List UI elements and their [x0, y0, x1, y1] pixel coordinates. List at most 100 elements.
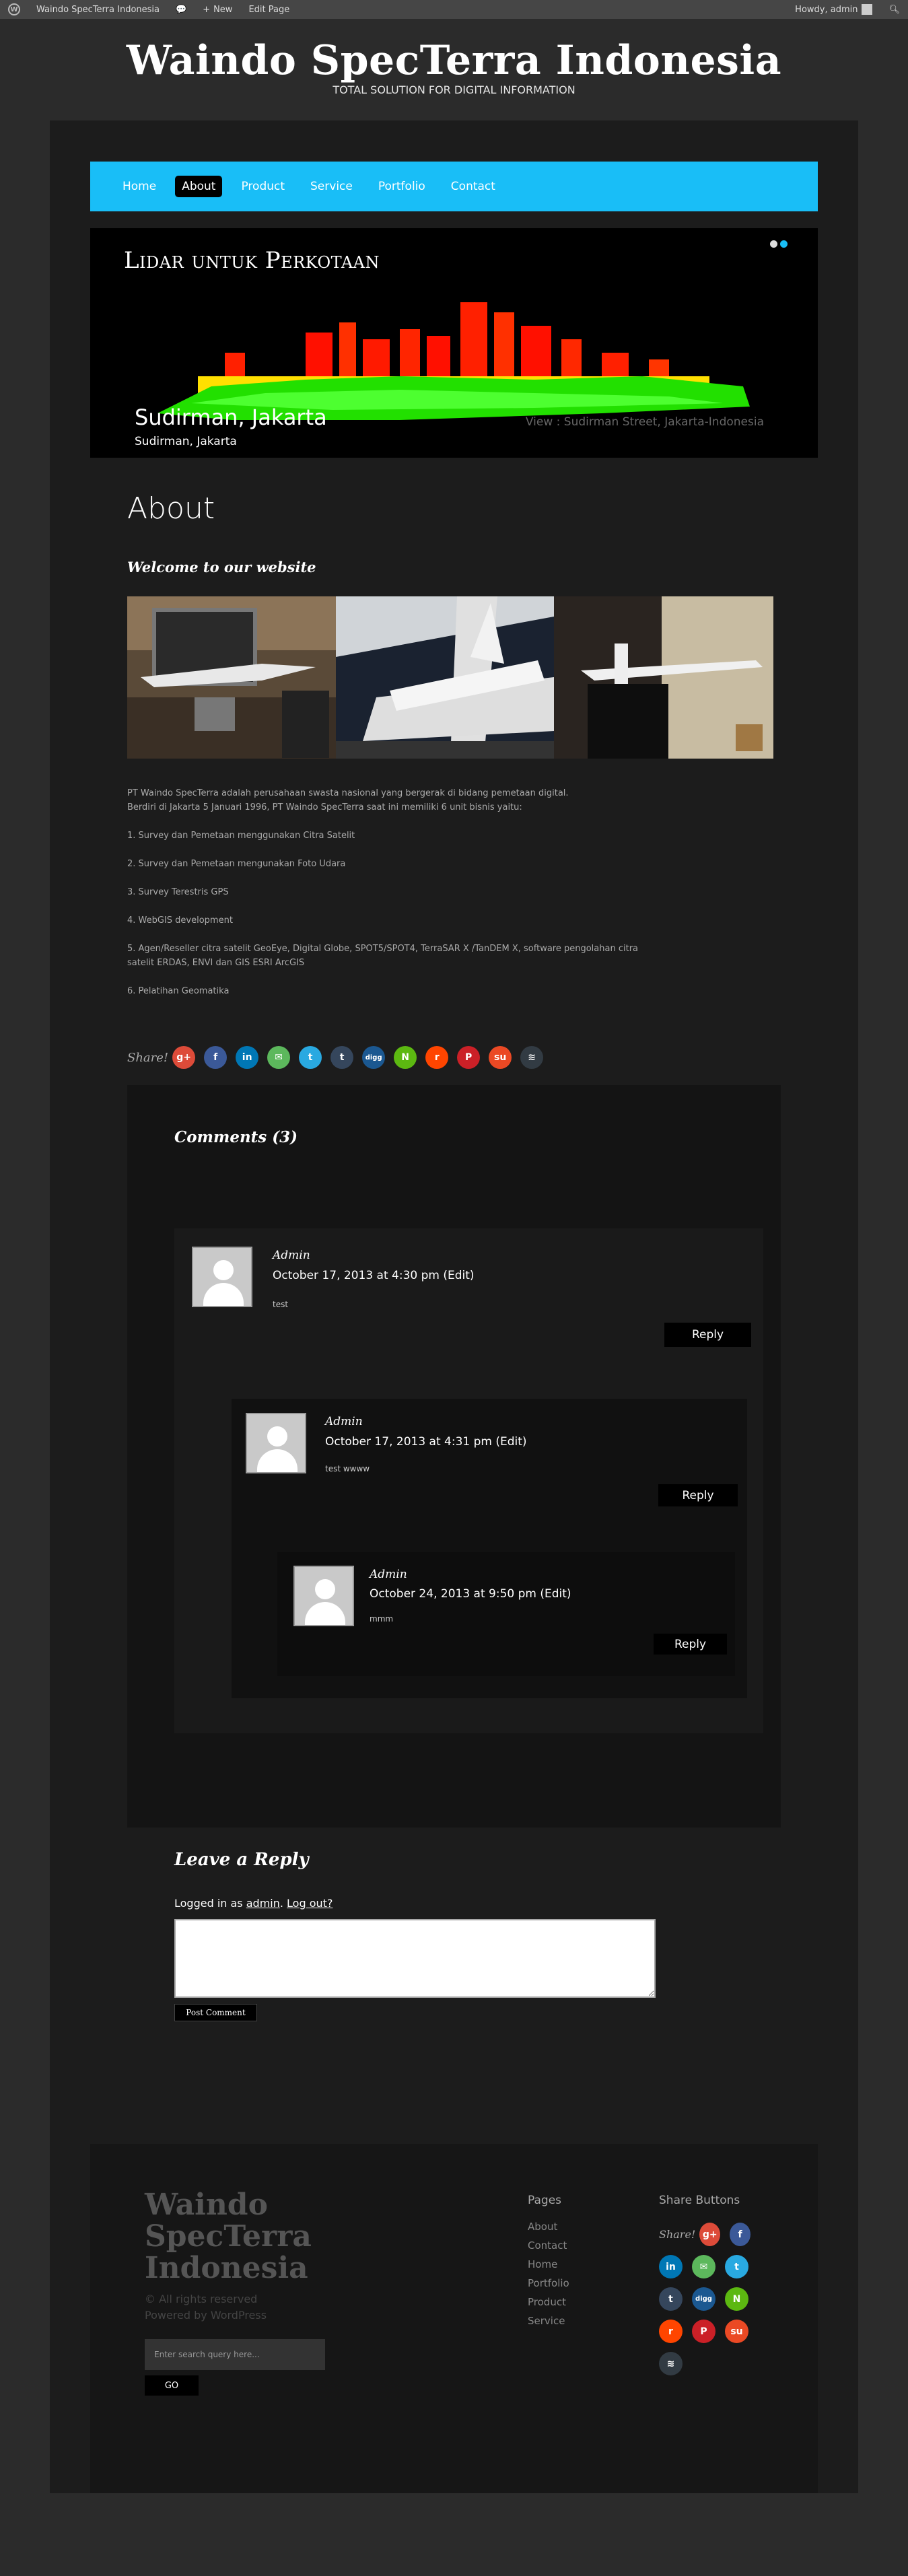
footer-credits: © All rights reserved Powered by WordPre…	[145, 2291, 267, 2324]
share-widget-title: Share Buttons	[659, 2194, 740, 2207]
linkedin-icon[interactable]: in	[236, 1046, 259, 1069]
post-comment-button[interactable]: Post Comment	[174, 2004, 257, 2021]
admin-search-button[interactable]: 🔍︎	[880, 0, 908, 19]
digg-icon[interactable]: digg	[362, 1046, 386, 1069]
office-photo-2	[554, 596, 773, 759]
site-name-link[interactable]: Waindo SpecTerra Indonesia	[28, 0, 168, 19]
footer-site-title[interactable]: Waindo SpecTerra Indonesia	[145, 2189, 347, 2284]
wordpress-icon: W	[8, 3, 20, 15]
footer-page-link[interactable]: Contact	[528, 2239, 569, 2258]
comment-date[interactable]: October 24, 2013 at 9:50 pm (Edit)	[370, 1587, 571, 1601]
comment-text: test	[273, 1300, 289, 1309]
share-bar: Share! g+ f in ✉ t t digg Nr Psu ≋	[127, 1046, 552, 1069]
nav-item-about[interactable]: About	[175, 176, 223, 197]
slider-dot[interactable]	[770, 240, 777, 248]
comment-date[interactable]: October 17, 2013 at 4:31 pm (Edit)	[325, 1435, 527, 1449]
linkedin-icon[interactable]: in	[659, 2255, 683, 2278]
reply-button[interactable]: Reply	[664, 1323, 751, 1347]
search-icon: 🔍︎	[888, 4, 900, 15]
footer-page-link[interactable]: About	[528, 2220, 569, 2239]
newsvine-icon[interactable]: N	[725, 2287, 748, 2311]
logged-in-prefix: Logged in as	[174, 1897, 243, 1910]
footer-page-link[interactable]: Portfolio	[528, 2276, 569, 2295]
comment-date[interactable]: October 17, 2013 at 4:30 pm (Edit)	[273, 1269, 475, 1282]
stumbleupon-icon[interactable]: su	[725, 2320, 748, 2343]
tumblr-icon[interactable]: t	[659, 2287, 683, 2311]
comment-author[interactable]: Admin	[273, 1249, 310, 1262]
edit-page-link[interactable]: Edit Page	[240, 0, 298, 19]
twitter-icon[interactable]: t	[725, 2255, 748, 2278]
user-profile-link[interactable]: admin	[246, 1897, 280, 1910]
comment-textarea[interactable]	[174, 1919, 656, 1998]
copyright-text: © All rights reserved	[145, 2293, 258, 2305]
slider-pagination	[770, 240, 788, 248]
site-title[interactable]: Waindo SpecTerra Indonesia	[0, 35, 908, 86]
image-slider[interactable]: Lidar untuk Perkotaan View : Sudirman St…	[90, 228, 818, 458]
avatar	[192, 1247, 252, 1307]
business-unit-item: 3. Survey Terestris GPS	[127, 887, 229, 897]
facebook-icon[interactable]: f	[730, 2223, 750, 2246]
nav-item-home[interactable]: Home	[116, 176, 163, 197]
comment-text: mmm	[370, 1614, 394, 1624]
admin-bar: W Waindo SpecTerra Indonesia 💬 + New Edit…	[0, 0, 908, 19]
main-navigation: Home About Product Service Portfolio Con…	[90, 162, 818, 211]
comments-title: Comments (3)	[174, 1128, 298, 1146]
about-photos	[127, 596, 773, 759]
business-unit-item: 5. Agen/Reseller citra satelit GeoEye, D…	[127, 944, 639, 968]
slide-caption-subtitle: Sudirman, Jakarta	[135, 435, 237, 448]
buffer-icon[interactable]: ≋	[659, 2352, 683, 2375]
googleplus-icon[interactable]: g+	[172, 1046, 196, 1069]
footer-search-go-button[interactable]: GO	[145, 2375, 199, 2396]
buffer-icon[interactable]: ≋	[520, 1046, 544, 1069]
business-unit-item: 2. Survey dan Pemetaan mengunakan Foto U…	[127, 859, 346, 869]
plus-icon: +	[203, 4, 211, 15]
stumbleupon-icon[interactable]: su	[489, 1046, 512, 1069]
wordpress-logo-button[interactable]: W	[0, 0, 28, 19]
facebook-icon[interactable]: f	[204, 1046, 228, 1069]
powered-by-link[interactable]: Powered by WordPress	[145, 2307, 267, 2324]
avatar	[246, 1413, 306, 1473]
intro-line-2: Berdiri di Jakarta 5 Januari 1996, PT Wa…	[127, 802, 522, 812]
comment-author[interactable]: Admin	[370, 1568, 407, 1581]
page-title: About	[127, 491, 215, 526]
pinterest-icon[interactable]: P	[457, 1046, 481, 1069]
new-content-button[interactable]: + New	[195, 0, 240, 19]
aircraft-photo	[336, 596, 554, 759]
account-menu[interactable]: Howdy, admin	[787, 0, 880, 19]
slide-view-label: View : Sudirman Street, Jakarta-Indonesi…	[525, 415, 764, 429]
comment-author[interactable]: Admin	[325, 1415, 363, 1428]
pinterest-icon[interactable]: P	[692, 2320, 715, 2343]
footer-share-buttons: Share! g+ f in ✉ t t digg Nr Psu ≋	[659, 2223, 760, 2384]
footer-page-link[interactable]: Product	[528, 2295, 569, 2314]
email-icon[interactable]: ✉	[267, 1046, 291, 1069]
googleplus-icon[interactable]: g+	[699, 2223, 721, 2246]
business-unit-item: 1. Survey dan Pemetaan menggunakan Citra…	[127, 831, 355, 841]
email-icon[interactable]: ✉	[692, 2255, 715, 2278]
office-photo-1	[127, 596, 336, 759]
reply-button[interactable]: Reply	[658, 1484, 738, 1506]
footer-search-input[interactable]: Enter search query here...	[145, 2339, 325, 2370]
footer-page-link[interactable]: Service	[528, 2314, 569, 2333]
nav-item-portfolio[interactable]: Portfolio	[372, 176, 432, 197]
comments-button[interactable]: 💬	[168, 0, 195, 19]
site-tagline: TOTAL SOLUTION FOR DIGITAL INFORMATION	[333, 83, 575, 96]
digg-icon[interactable]: digg	[692, 2287, 715, 2311]
reply-button[interactable]: Reply	[654, 1634, 727, 1655]
reddit-icon[interactable]: r	[659, 2320, 683, 2343]
comment-text: test wwww	[325, 1464, 370, 1473]
logged-in-note: Logged in as admin. Log out?	[174, 1897, 333, 1910]
nav-item-service[interactable]: Service	[304, 176, 359, 197]
pages-widget-title: Pages	[528, 2194, 562, 2207]
newsvine-icon[interactable]: N	[394, 1046, 417, 1069]
nav-item-product[interactable]: Product	[234, 176, 291, 197]
footer-page-link[interactable]: Home	[528, 2258, 569, 2276]
about-body: PT Waindo SpecTerra adalah perusahaan sw…	[127, 786, 666, 1012]
nav-item-contact[interactable]: Contact	[444, 176, 502, 197]
twitter-icon[interactable]: t	[299, 1046, 322, 1069]
reddit-icon[interactable]: r	[425, 1046, 449, 1069]
slide-caption-title: Sudirman, Jakarta	[135, 405, 327, 430]
logout-link[interactable]: Log out?	[287, 1897, 333, 1910]
slider-dot-active[interactable]	[780, 240, 788, 248]
footer-share-label: Share!	[659, 2228, 696, 2241]
tumblr-icon[interactable]: t	[330, 1046, 354, 1069]
